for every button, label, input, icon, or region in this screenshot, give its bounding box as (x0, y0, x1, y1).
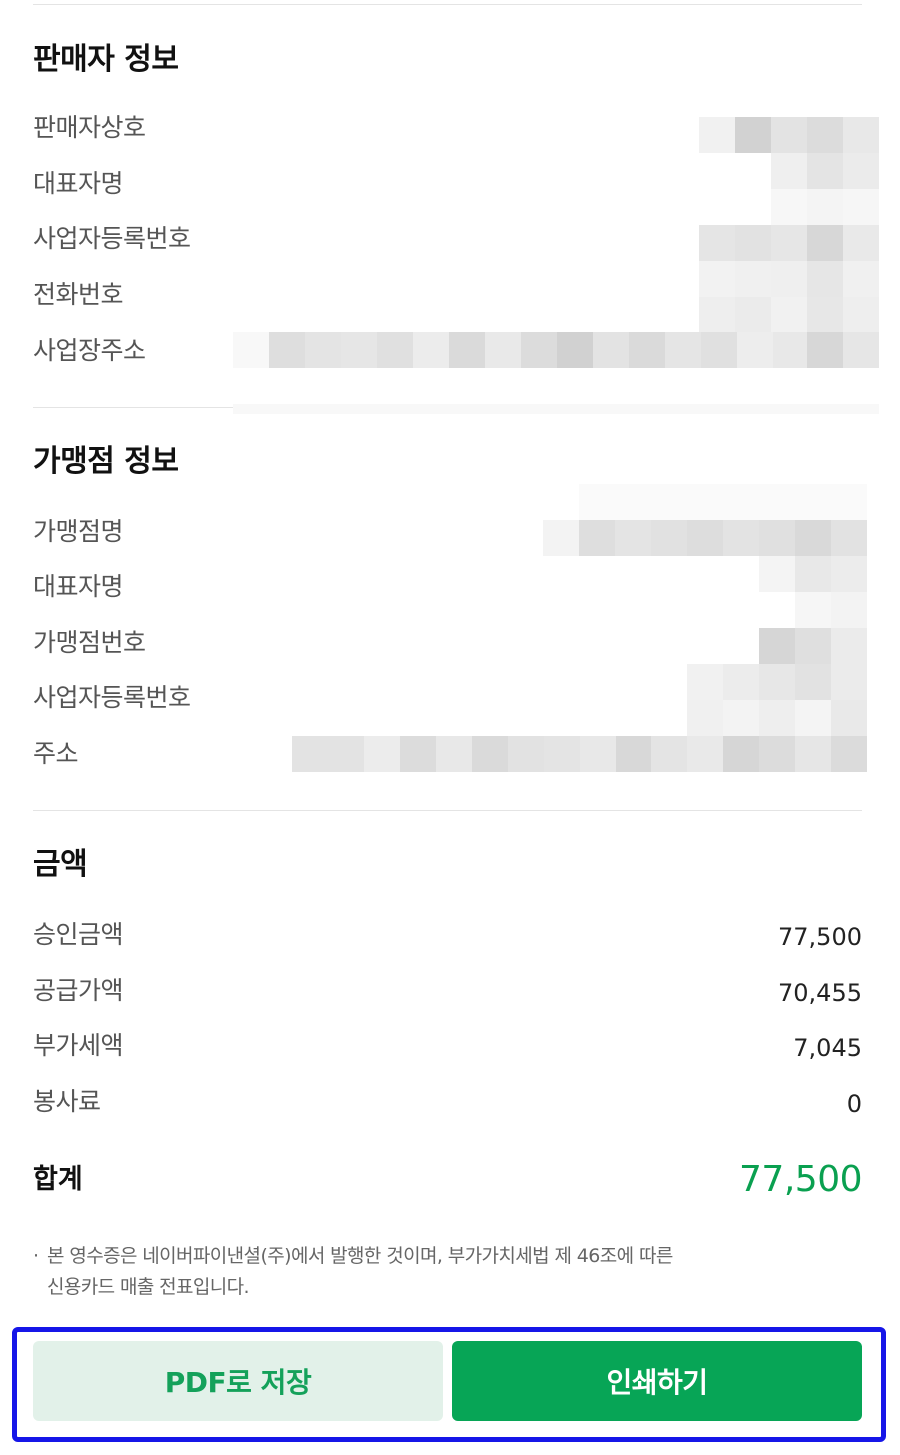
supply-amount-label: 공급가액 (33, 976, 124, 1005)
vat-amount-label: 부가세액 (33, 1031, 124, 1060)
redacted-merchant-address (292, 736, 867, 772)
redacted-merchant-number (759, 628, 867, 664)
merchant-biz-number-label: 사업자등록번호 (33, 683, 191, 712)
divider (33, 810, 862, 811)
seller-address-label: 사업장주소 (33, 336, 146, 365)
redacted-merchant-biz-number (687, 664, 867, 700)
seller-ceo-label: 대표자명 (33, 169, 124, 198)
approved-amount-label: 승인금액 (33, 920, 124, 949)
receipt-notice: · 본 영수증은 네이버파이낸셜(주)에서 발행한 것이며, 부가가치세법 제 4… (33, 1241, 833, 1303)
seller-info-title: 판매자 정보 (33, 42, 179, 77)
seller-biz-number-label: 사업자등록번호 (33, 224, 191, 253)
divider (33, 4, 862, 5)
receipt-page: 판매자 정보 판매자상호 대표자명 사업자등록번호 전화번호 사업장주소 가맹점… (0, 0, 900, 1455)
redacted-seller-biz-number (699, 225, 879, 261)
redacted-merchant-biz-number-2 (687, 700, 867, 736)
total-label: 합계 (33, 1164, 83, 1195)
redacted-merchant-ceo (759, 556, 867, 592)
redacted-seller-ceo (771, 153, 879, 189)
divider (33, 407, 233, 408)
redacted-seller-address (233, 332, 879, 368)
merchant-name-label: 가맹점명 (33, 517, 124, 546)
service-charge-value: 0 (846, 1090, 862, 1118)
save-pdf-button[interactable]: PDF로 저장 (33, 1341, 443, 1421)
merchant-info-title: 가맹점 정보 (33, 444, 179, 479)
approved-amount-value: 77,500 (778, 923, 862, 951)
redacted-seller-ceo-2 (771, 189, 879, 225)
service-charge-label: 봉사료 (33, 1087, 101, 1116)
seller-name-label: 판매자상호 (33, 113, 146, 142)
merchant-number-label: 가맹점번호 (33, 628, 146, 657)
amount-title: 금액 (33, 847, 88, 882)
redacted-seller-phone-2 (699, 297, 879, 333)
merchant-address-label: 주소 (33, 739, 79, 768)
merchant-ceo-label: 대표자명 (33, 572, 124, 601)
notice-bullet: · (33, 1245, 39, 1267)
redacted-merchant-ceo-2 (795, 592, 867, 628)
notice-line-2: 신용카드 매출 전표입니다. (47, 1276, 250, 1298)
redacted-seller-trailing (233, 404, 879, 414)
redacted-merchant-name (543, 520, 867, 556)
redacted-seller-phone (699, 261, 879, 297)
vat-amount-value: 7,045 (793, 1034, 862, 1062)
redacted-merchant-top (579, 484, 867, 520)
seller-phone-label: 전화번호 (33, 280, 124, 309)
supply-amount-value: 70,455 (778, 979, 862, 1007)
redacted-seller-name (699, 117, 879, 153)
print-button[interactable]: 인쇄하기 (452, 1341, 862, 1421)
notice-line-1: 본 영수증은 네이버파이낸셜(주)에서 발행한 것이며, 부가가치세법 제 46… (47, 1245, 673, 1267)
total-value: 77,500 (739, 1159, 862, 1200)
